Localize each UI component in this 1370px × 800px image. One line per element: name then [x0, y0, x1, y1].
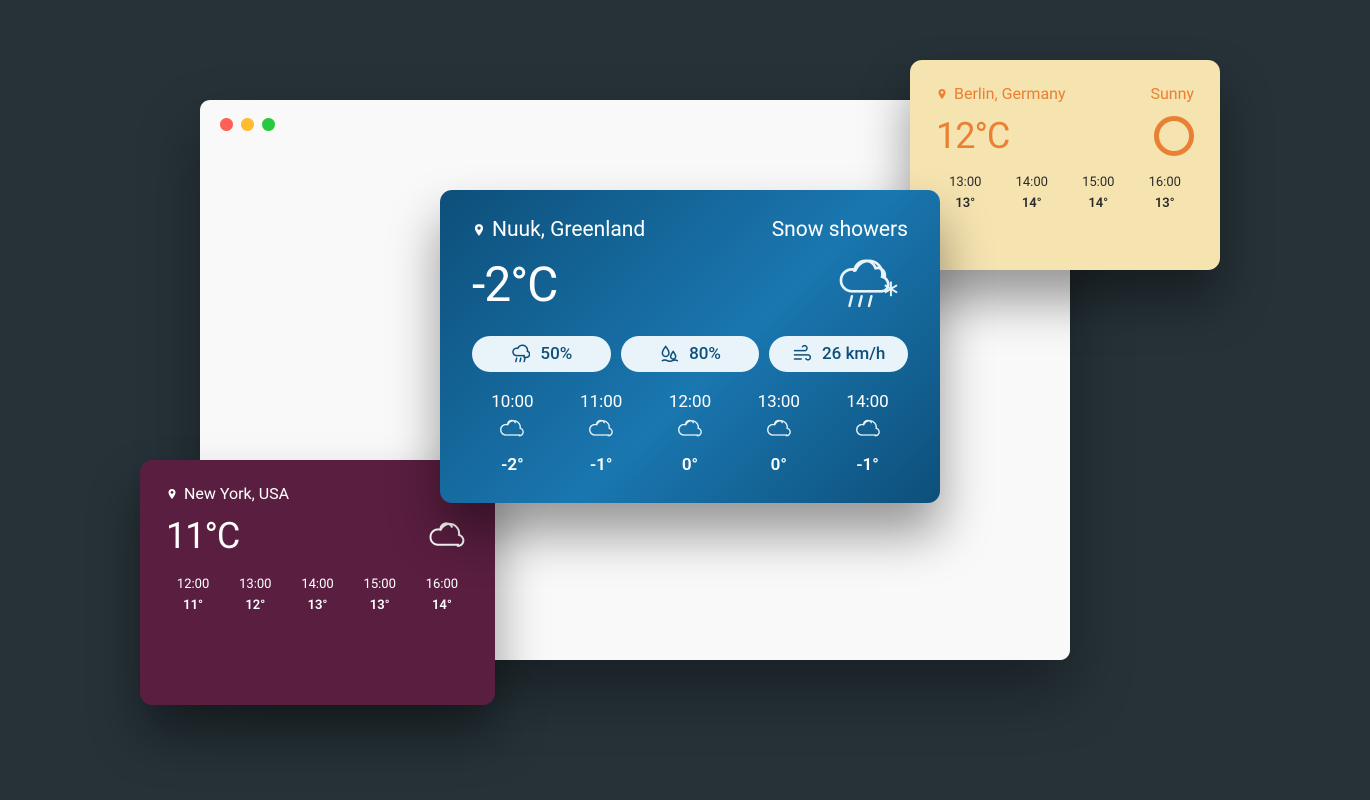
hour-time: 12:00: [650, 392, 731, 412]
hour-time: 10:00: [472, 392, 553, 412]
hour-time: 11:00: [561, 392, 642, 412]
hour-slot: 13:00 13°: [936, 175, 995, 211]
pin-icon: [472, 221, 486, 239]
stats-row: 50% 80% 26 km/h: [472, 336, 908, 372]
hour-slot: 14:00 13°: [290, 577, 344, 613]
hour-slot: 12:00 11°: [166, 577, 220, 613]
hour-time: 14:00: [290, 577, 344, 592]
current-temp: 11°C: [166, 515, 239, 557]
precip-pill: 50%: [472, 336, 611, 372]
hour-temp: 13°: [290, 598, 344, 613]
hour-slot: 16:00 14°: [415, 577, 469, 613]
hour-time: 16:00: [415, 577, 469, 592]
cloud-icon: [675, 418, 705, 440]
hour-temp: 14°: [1069, 196, 1128, 211]
hour-temp: 13°: [353, 598, 407, 613]
location-label: Berlin, Germany: [954, 84, 1066, 103]
sun-icon: [1154, 116, 1194, 156]
hour-slot: 15:00 13°: [353, 577, 407, 613]
hour-time: 13:00: [228, 577, 282, 592]
hour-temp: 0°: [650, 455, 731, 475]
snow-shower-icon: [830, 254, 908, 314]
hourly-forecast: 13:00 13° 14:00 14° 15:00 14° 16:00 13°: [936, 175, 1194, 211]
hourly-forecast: 12:00 11° 13:00 12° 14:00 13° 15:00 13° 16:0…: [166, 577, 469, 613]
hour-temp: 11°: [166, 598, 220, 613]
hour-temp: -1°: [827, 455, 908, 475]
hour-slot: 15:00 14°: [1069, 175, 1128, 211]
location: New York, USA: [166, 484, 289, 503]
location: Nuuk, Greenland: [472, 218, 645, 242]
hour-slot: 12:00 0°: [650, 392, 731, 475]
condition-label: Snow showers: [772, 218, 908, 242]
wind-icon: [792, 344, 812, 364]
hour-slot: 14:00 14°: [1003, 175, 1062, 211]
current-temp: -2°C: [472, 256, 557, 313]
weather-card-berlin: Berlin, Germany Sunny 12°C 13:00 13° 14:0…: [910, 60, 1220, 270]
hour-temp: 13°: [936, 196, 995, 211]
pin-icon: [936, 86, 948, 102]
hour-time: 16:00: [1136, 175, 1195, 190]
hour-slot: 14:00 -1°: [827, 392, 908, 475]
location-label: Nuuk, Greenland: [492, 218, 645, 242]
hour-time: 15:00: [1069, 175, 1128, 190]
location: Berlin, Germany: [936, 84, 1066, 103]
location-label: New York, USA: [184, 484, 289, 503]
pin-icon: [166, 486, 178, 502]
hour-time: 14:00: [1003, 175, 1062, 190]
rain-icon: [510, 344, 530, 364]
hour-time: 12:00: [166, 577, 220, 592]
maximize-icon[interactable]: [262, 118, 275, 131]
hour-slot: 16:00 13°: [1136, 175, 1195, 211]
hourly-forecast: 10:00 -2° 11:00 -1° 12:00 0° 13:00 0° 14:00 -…: [472, 392, 908, 475]
condition-label: Sunny: [1150, 84, 1194, 103]
cloud-icon: [497, 418, 527, 440]
wind-pill: 26 km/h: [769, 336, 908, 372]
hour-time: 14:00: [827, 392, 908, 412]
humidity-icon: [659, 344, 679, 364]
hour-time: 13:00: [738, 392, 819, 412]
hour-time: 15:00: [353, 577, 407, 592]
cloud-icon: [764, 418, 794, 440]
hour-time: 13:00: [936, 175, 995, 190]
hour-temp: 12°: [228, 598, 282, 613]
hour-slot: 13:00 12°: [228, 577, 282, 613]
current-temp: 12°C: [936, 115, 1009, 157]
cloud-icon: [425, 518, 469, 554]
hour-temp: -2°: [472, 455, 553, 475]
weather-card-nuuk: Nuuk, Greenland Snow showers -2°C 50% 80…: [440, 190, 940, 503]
hour-slot: 13:00 0°: [738, 392, 819, 475]
cloud-icon: [853, 418, 883, 440]
hour-slot: 10:00 -2°: [472, 392, 553, 475]
hour-temp: 14°: [415, 598, 469, 613]
wind-value: 26 km/h: [822, 344, 885, 364]
minimize-icon[interactable]: [241, 118, 254, 131]
humidity-value: 80%: [689, 344, 721, 364]
cloud-icon: [586, 418, 616, 440]
hour-slot: 11:00 -1°: [561, 392, 642, 475]
humidity-pill: 80%: [621, 336, 760, 372]
hour-temp: 0°: [738, 455, 819, 475]
hour-temp: 14°: [1003, 196, 1062, 211]
hour-temp: 13°: [1136, 196, 1195, 211]
hour-temp: -1°: [561, 455, 642, 475]
precip-value: 50%: [540, 344, 572, 364]
close-icon[interactable]: [220, 118, 233, 131]
